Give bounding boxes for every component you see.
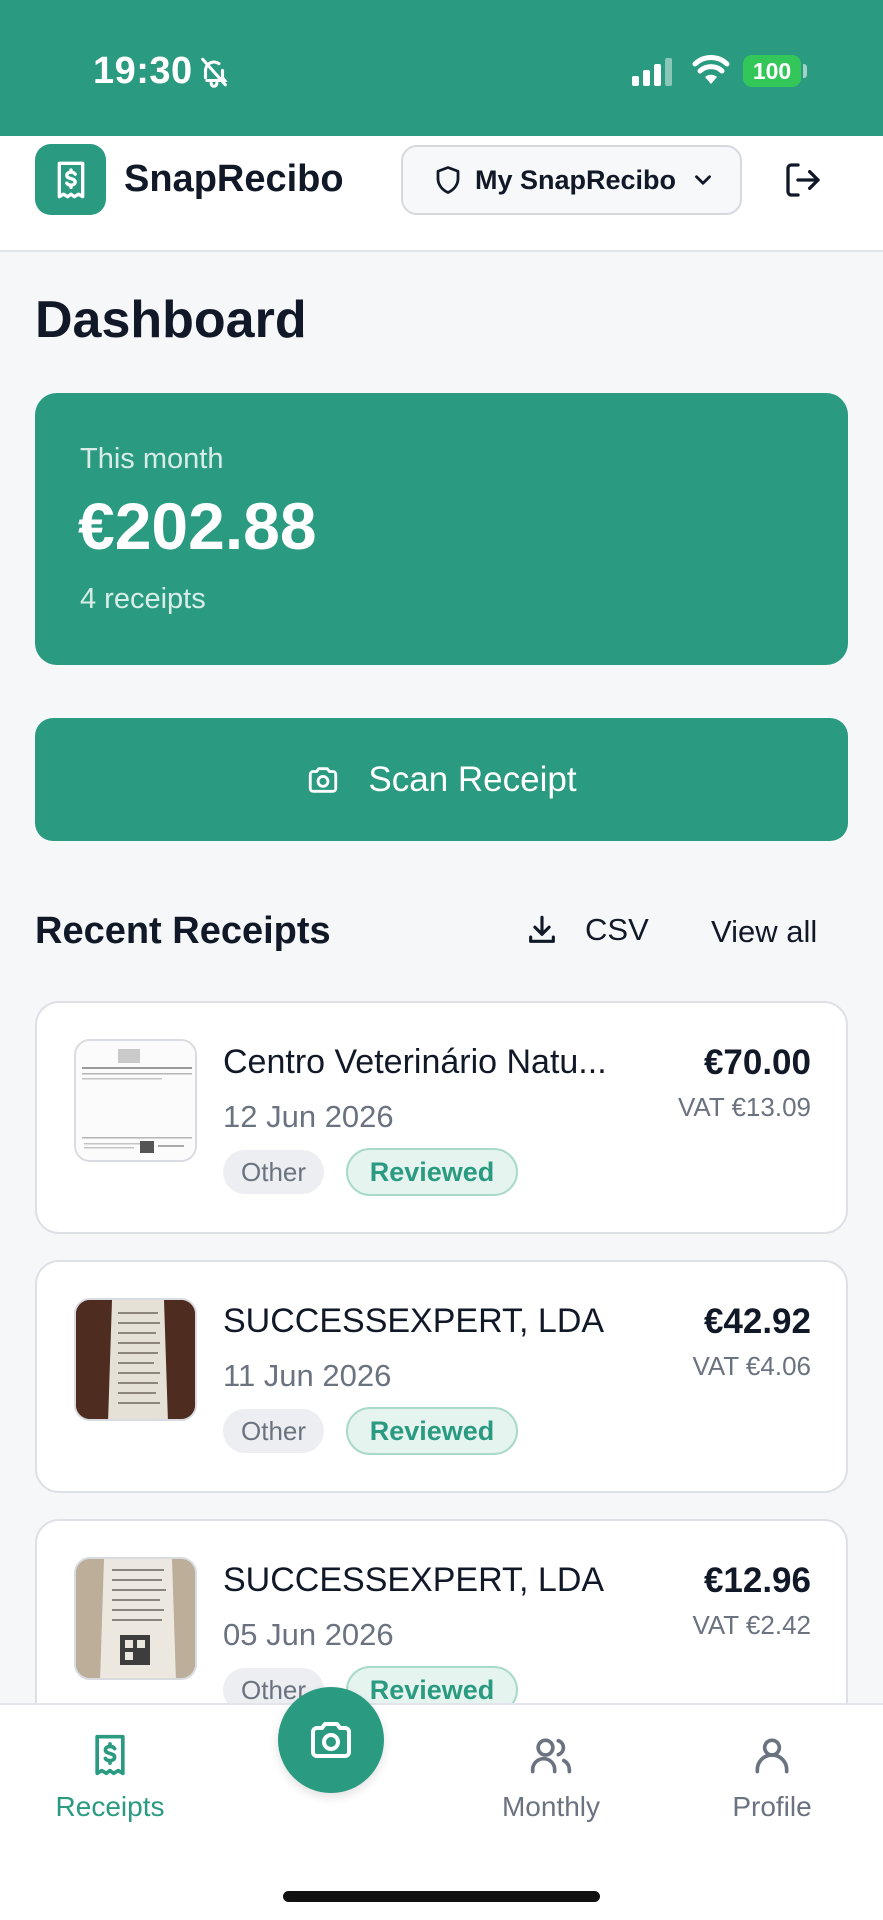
tab-monthly-label: Monthly	[501, 1791, 601, 1822]
summary-amount: €202.88	[78, 489, 317, 563]
export-csv-button[interactable]: CSV	[525, 912, 649, 948]
battery-tip	[803, 64, 807, 78]
receipt-card[interactable]: SUCCESSEXPERT, LDA 11 Jun 2026 Other Rev…	[35, 1260, 848, 1493]
app-header: SnapRecibo My SnapRecibo	[0, 136, 883, 252]
status-time: 19:30	[93, 50, 193, 92]
user-icon	[755, 1738, 789, 1774]
receipt-amount: €70.00	[703, 1043, 811, 1082]
wifi-icon	[692, 55, 730, 84]
scan-receipt-button[interactable]: Scan Receipt	[35, 718, 848, 841]
receipt-logo-icon	[57, 161, 84, 198]
page-title: Dashboard	[35, 291, 307, 349]
workspace-name: My SnapRecibo	[475, 164, 677, 195]
category-tag: Other	[223, 1150, 325, 1194]
tab-receipts-label: Receipts	[55, 1791, 165, 1822]
scan-fab-button[interactable]	[278, 1687, 384, 1793]
receipt-vat: VAT €4.06	[692, 1351, 811, 1381]
view-all-link[interactable]: View all	[711, 914, 817, 950]
receipt-vat: VAT €13.09	[678, 1092, 811, 1122]
chevron-down-icon	[695, 175, 711, 185]
app-brand-name: SnapRecibo	[124, 158, 344, 200]
tab-profile-label: Profile	[732, 1791, 812, 1822]
receipt-thumbnail	[74, 1298, 197, 1421]
receipt-thumbnail	[74, 1039, 197, 1162]
bottom-tab-bar: Receipts Monthly Profile	[0, 1703, 883, 1920]
workspace-switcher[interactable]: My SnapRecibo	[401, 145, 742, 215]
status-badge: Reviewed	[346, 1148, 518, 1196]
export-csv-label: CSV	[585, 912, 649, 947]
bell-off-icon	[201, 57, 228, 88]
receipt-thumbnail	[74, 1557, 197, 1680]
summary-receipt-count: 4 receipts	[80, 583, 206, 615]
monthly-summary-card: This month €202.88 4 receipts	[35, 393, 848, 665]
receipt-amount: €42.92	[703, 1302, 811, 1341]
receipt-date: 12 Jun 2026	[223, 1099, 394, 1134]
cellular-signal-icon	[632, 58, 672, 86]
scan-receipt-label: Scan Receipt	[368, 759, 577, 799]
users-icon	[530, 1738, 572, 1774]
receipt-date: 11 Jun 2026	[223, 1358, 392, 1393]
receipt-vat: VAT €2.42	[692, 1610, 811, 1640]
camera-icon	[309, 766, 338, 793]
app-logo	[35, 144, 106, 215]
status-badge: Reviewed	[346, 1407, 518, 1455]
receipt-card[interactable]: Centro Veterinário Natu... 12 Jun 2026 O…	[35, 1001, 848, 1234]
receipt-date: 05 Jun 2026	[223, 1617, 394, 1652]
receipt-merchant: SUCCESSEXPERT, LDA	[223, 1302, 605, 1340]
summary-label: This month	[80, 443, 224, 475]
download-icon	[529, 915, 555, 943]
receipt-amount: €12.96	[703, 1561, 811, 1600]
recent-receipts-title: Recent Receipts	[35, 910, 331, 952]
receipt-merchant: Centro Veterinário Natu...	[223, 1043, 607, 1081]
camera-icon	[311, 1722, 351, 1758]
shield-icon	[436, 166, 460, 194]
battery-indicator: 100	[743, 55, 801, 87]
status-bar: 19:30 100	[0, 0, 883, 136]
receipt-merchant: SUCCESSEXPERT, LDA	[223, 1561, 605, 1599]
receipt-icon	[95, 1734, 125, 1776]
logout-icon[interactable]	[783, 160, 823, 200]
home-indicator	[283, 1891, 600, 1902]
category-tag: Other	[223, 1409, 325, 1453]
